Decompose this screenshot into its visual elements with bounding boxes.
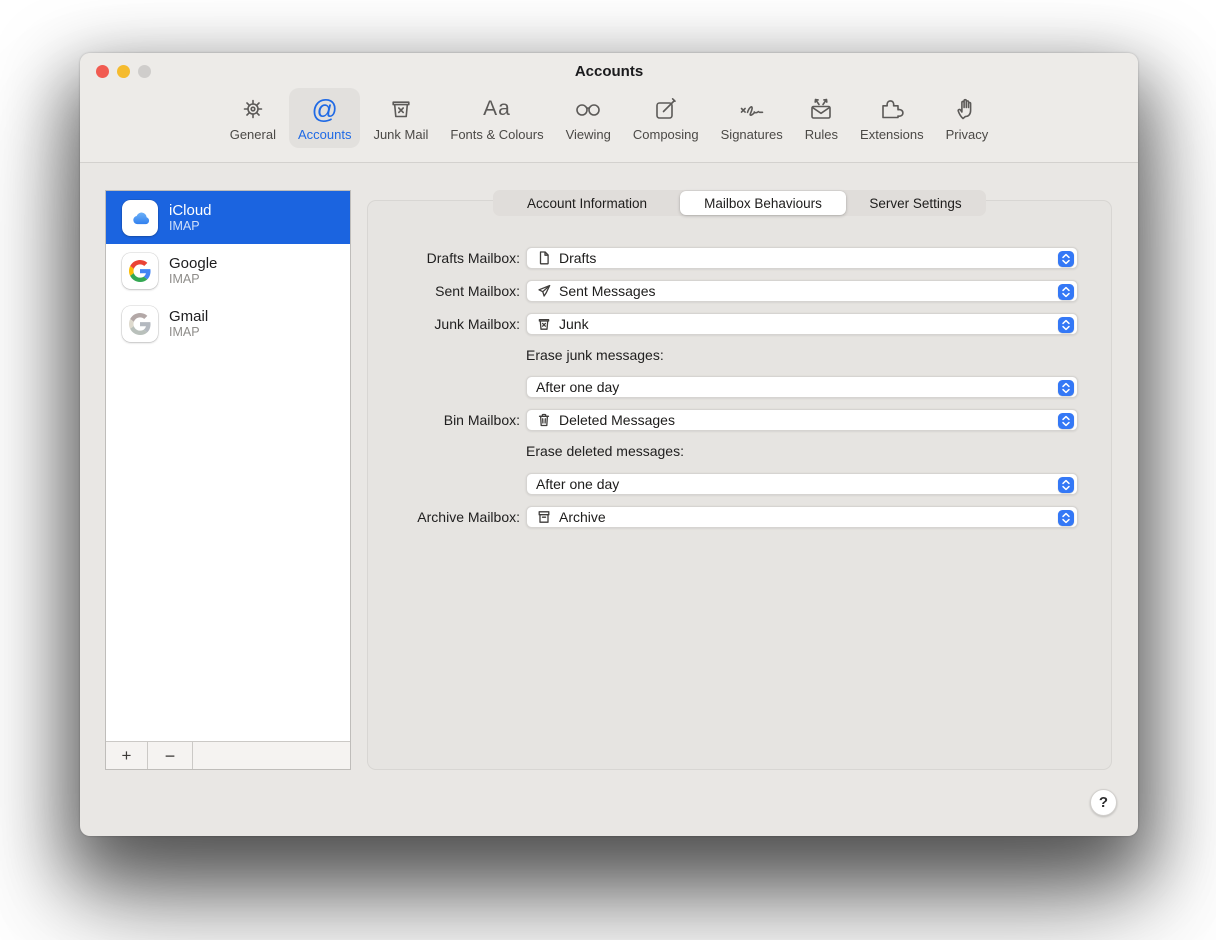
popup-stepper-icon [1058, 510, 1074, 526]
archive-icon [536, 509, 552, 525]
document-icon [536, 250, 552, 266]
archive-mailbox-popup[interactable]: Archive [526, 506, 1078, 528]
empty-label [80, 473, 520, 495]
popup-value: Junk [559, 314, 589, 334]
popup-value: Sent Messages [559, 281, 656, 301]
drafts-mailbox-label: Drafts Mailbox: [80, 247, 520, 269]
junk-small-icon [536, 316, 552, 332]
archive-mailbox-label: Archive Mailbox: [80, 506, 520, 528]
bin-mailbox-popup[interactable]: Deleted Messages [526, 409, 1078, 431]
popup-stepper-icon [1058, 317, 1074, 333]
trash-icon [536, 412, 552, 428]
popup-value: Deleted Messages [559, 410, 675, 430]
help-button[interactable]: ? [1090, 789, 1117, 816]
empty-label [80, 376, 520, 398]
popup-stepper-icon [1058, 477, 1074, 493]
mail-preferences-window: Accounts General @ Accounts [80, 53, 1138, 836]
popup-stepper-icon [1058, 284, 1074, 300]
popup-value: After one day [536, 474, 619, 494]
erase-deleted-messages-label: Erase deleted messages: [526, 441, 684, 461]
paperplane-icon [536, 283, 552, 299]
popup-value: Archive [559, 507, 606, 527]
popup-stepper-icon [1058, 380, 1074, 396]
screen: Accounts General @ Accounts [0, 0, 1216, 940]
erase-junk-messages-label: Erase junk messages: [526, 345, 664, 365]
popup-value: Drafts [559, 248, 596, 268]
popup-stepper-icon [1058, 251, 1074, 267]
sent-mailbox-label: Sent Mailbox: [80, 280, 520, 302]
popup-stepper-icon [1058, 413, 1074, 429]
drafts-mailbox-popup[interactable]: Drafts [526, 247, 1078, 269]
erase-deleted-popup[interactable]: After one day [526, 473, 1078, 495]
mailbox-behaviours-form: Drafts Mailbox: Drafts Sent Mailbox: [80, 53, 1138, 836]
erase-junk-popup[interactable]: After one day [526, 376, 1078, 398]
bin-mailbox-label: Bin Mailbox: [80, 409, 520, 431]
sent-mailbox-popup[interactable]: Sent Messages [526, 280, 1078, 302]
junk-mailbox-label: Junk Mailbox: [80, 313, 520, 335]
junk-mailbox-popup[interactable]: Junk [526, 313, 1078, 335]
popup-value: After one day [536, 377, 619, 397]
